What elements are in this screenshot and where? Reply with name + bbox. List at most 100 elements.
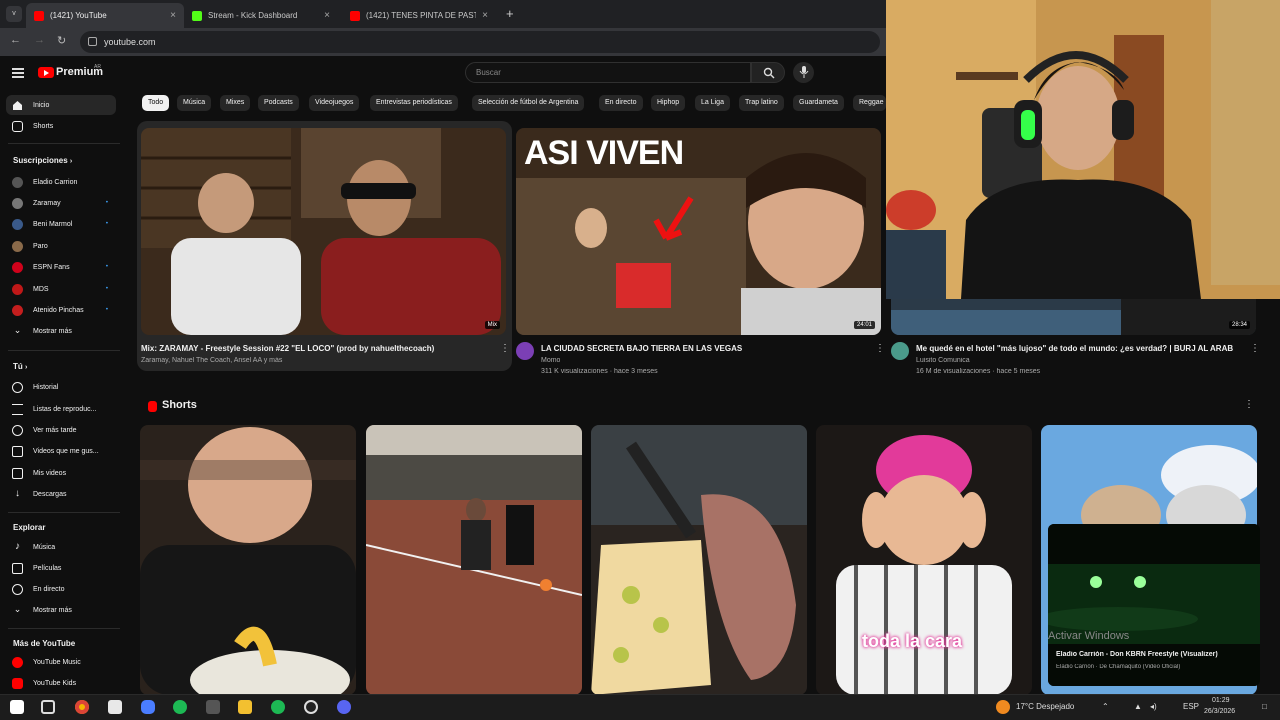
clock-icon	[12, 424, 23, 436]
search-input[interactable]: Buscar	[465, 62, 751, 83]
forward-arrow-icon[interactable]: →	[34, 34, 45, 46]
sidebar-item-music[interactable]: ♪ Música	[6, 537, 116, 557]
chevron-right-icon: ›	[25, 364, 28, 371]
shorts-more-options-icon[interactable]	[1244, 399, 1254, 412]
sidebar-item-zaramay[interactable]: Zaramay •	[6, 193, 116, 213]
keyboard-language[interactable]: ESP	[1183, 702, 1199, 711]
chip-guardameta[interactable]: Guardameta	[793, 95, 844, 111]
clock-date[interactable]: 26/3/2026	[1204, 708, 1235, 715]
video-title[interactable]: LA CIUDAD SECRETA BAJO TIERRA EN LAS VEG…	[541, 344, 861, 353]
sidebar-item-historial[interactable]: Historial	[6, 377, 116, 397]
chip-podcasts[interactable]: Podcasts	[258, 95, 299, 111]
obs-icon[interactable]	[304, 700, 318, 714]
sidebar-item-liked-videos[interactable]: Videos que me gus...	[6, 441, 116, 461]
search-button[interactable]	[751, 62, 785, 83]
new-content-dot: •	[105, 286, 108, 292]
sidebar-item-my-videos[interactable]: Mis videos	[6, 463, 116, 483]
chip-reggae[interactable]: Reggae	[853, 95, 886, 111]
youtube-favicon-icon	[34, 10, 44, 21]
sidebar-item-playlists[interactable]: Listas de reproduc...	[6, 399, 116, 419]
clock-time[interactable]: 01:29	[1212, 697, 1230, 704]
chip-seleccion-argentina[interactable]: Selección de fútbol de Argentina	[472, 95, 585, 111]
video-title[interactable]: Me quedé en el hotel "más lujoso" de tod…	[916, 344, 1246, 353]
chip-la-liga[interactable]: La Liga	[695, 95, 730, 111]
sidebar-item-show-more-explore[interactable]: ⌄ Mostrar más	[6, 600, 116, 620]
sidebar-item-inicio[interactable]: Inicio	[6, 95, 116, 115]
store-icon[interactable]	[108, 700, 122, 714]
discord-icon[interactable]	[337, 700, 351, 714]
network-icon[interactable]: ▲	[1134, 702, 1142, 711]
sidebar-item-atenido-pinchas[interactable]: Atenido Pinchas •	[6, 300, 116, 320]
chip-videojuegos[interactable]: Videojuegos	[309, 95, 360, 111]
more-options-icon[interactable]	[1250, 343, 1260, 356]
close-icon[interactable]: ×	[170, 10, 176, 21]
chip-hiphop[interactable]: Hiphop	[651, 95, 686, 111]
notification-icon[interactable]: □	[1262, 702, 1267, 711]
url-field[interactable]: youtube.com	[80, 31, 880, 53]
weather-status[interactable]: 17°C Despejado	[1016, 702, 1074, 711]
copilot-icon[interactable]	[141, 700, 155, 714]
chrome-icon[interactable]	[75, 700, 89, 714]
channel-name[interactable]: Momo	[541, 357, 560, 364]
short-card[interactable]	[366, 425, 582, 695]
windows-start-icon[interactable]	[10, 700, 24, 714]
video-title[interactable]: Mix: ZARAMAY - Freestyle Session #22 "EL…	[141, 344, 491, 353]
volume-icon[interactable]: ◂)	[1150, 702, 1157, 711]
task-view-icon[interactable]	[41, 700, 55, 714]
video-thumbnail[interactable]: ASI VIVEN 24:01	[516, 128, 881, 335]
site-info-icon[interactable]	[88, 37, 97, 46]
mini-player[interactable]: Activar Windows Eladio Carrión - Don KBR…	[1048, 524, 1260, 686]
close-icon[interactable]: ×	[482, 10, 488, 21]
more-options-icon[interactable]	[500, 343, 510, 356]
mini-player-title[interactable]: Eladio Carrión - Don KBRN Freestyle (Vis…	[1056, 651, 1256, 658]
sidebar-item-espn-fans[interactable]: ESPN Fans •	[6, 257, 116, 277]
chip-trap-latino[interactable]: Trap latino	[739, 95, 784, 111]
sidebar-item-films[interactable]: Películas	[6, 558, 116, 578]
sidebar-item-beni-marmol[interactable]: Beni Marmol •	[6, 214, 116, 234]
new-content-dot: •	[105, 200, 108, 206]
channel-avatar[interactable]	[516, 342, 534, 360]
sidebar-item-youtube-music[interactable]: YouTube Music	[6, 652, 116, 672]
sidebar-item-mds[interactable]: MDS •	[6, 279, 116, 299]
sidebar-item-paro[interactable]: Paro	[6, 236, 116, 256]
youtube-logo-icon[interactable]	[38, 67, 54, 78]
tray-chevron-icon[interactable]: ⌃	[1102, 702, 1109, 711]
section-heading-subscriptions[interactable]: Suscripciones ›	[13, 156, 72, 165]
chip-todo[interactable]: Todo	[142, 95, 170, 111]
voice-search-button[interactable]	[793, 62, 814, 83]
section-heading-you[interactable]: Tú ›	[13, 362, 27, 371]
more-options-icon[interactable]	[875, 343, 885, 356]
sidebar-item-watch-later[interactable]: Ver más tarde	[6, 420, 116, 440]
tab-kick-dashboard[interactable]: Stream - Kick Dashboard ×	[184, 3, 338, 28]
capture-icon[interactable]	[206, 700, 220, 714]
short-card[interactable]: toda la cara	[816, 425, 1032, 695]
sidebar-item-live[interactable]: En directo	[6, 579, 116, 599]
sidebar-item-eladio-carrion[interactable]: Eladio Carrion	[6, 172, 116, 192]
channel-avatar[interactable]	[891, 342, 909, 360]
file-explorer-icon[interactable]	[238, 700, 252, 714]
short-card[interactable]	[140, 425, 356, 695]
reload-icon[interactable]: ↻	[57, 34, 66, 47]
chip-mixes[interactable]: Mixes	[220, 95, 251, 111]
tab-search-button[interactable]: v	[6, 6, 22, 22]
close-icon[interactable]: ×	[324, 10, 330, 21]
sidebar-item-shorts[interactable]: Shorts	[6, 116, 116, 136]
chip-entrevistas[interactable]: Entrevistas periodísticas	[370, 95, 458, 111]
spotify-icon[interactable]	[271, 700, 285, 714]
video-thumbnail[interactable]: Mix	[141, 128, 506, 335]
short-card[interactable]	[591, 425, 807, 695]
playlist-icon	[12, 403, 23, 415]
channel-name[interactable]: Luisito Comunica	[916, 357, 970, 364]
video-meta: 16 M de visualizaciones · hace 5 meses	[916, 368, 1041, 375]
tab-youtube-video[interactable]: (1421) TENES PINTA DE PASTEL ×	[342, 3, 496, 28]
chip-musica[interactable]: Música	[177, 95, 212, 111]
sidebar-item-show-more-subs[interactable]: ⌄ Mostrar más	[6, 321, 116, 341]
spotify-icon[interactable]	[173, 700, 187, 714]
new-tab-button[interactable]: +	[506, 6, 514, 21]
tab-youtube[interactable]: (1421) YouTube ×	[26, 3, 184, 28]
back-arrow-icon[interactable]: ←	[10, 34, 21, 46]
sidebar-item-youtube-kids[interactable]: YouTube Kids	[6, 673, 116, 693]
sidebar-item-downloads[interactable]: ↓ Descargas	[6, 484, 116, 504]
chip-en-directo[interactable]: En directo	[599, 95, 643, 111]
menu-icon[interactable]	[12, 68, 24, 78]
